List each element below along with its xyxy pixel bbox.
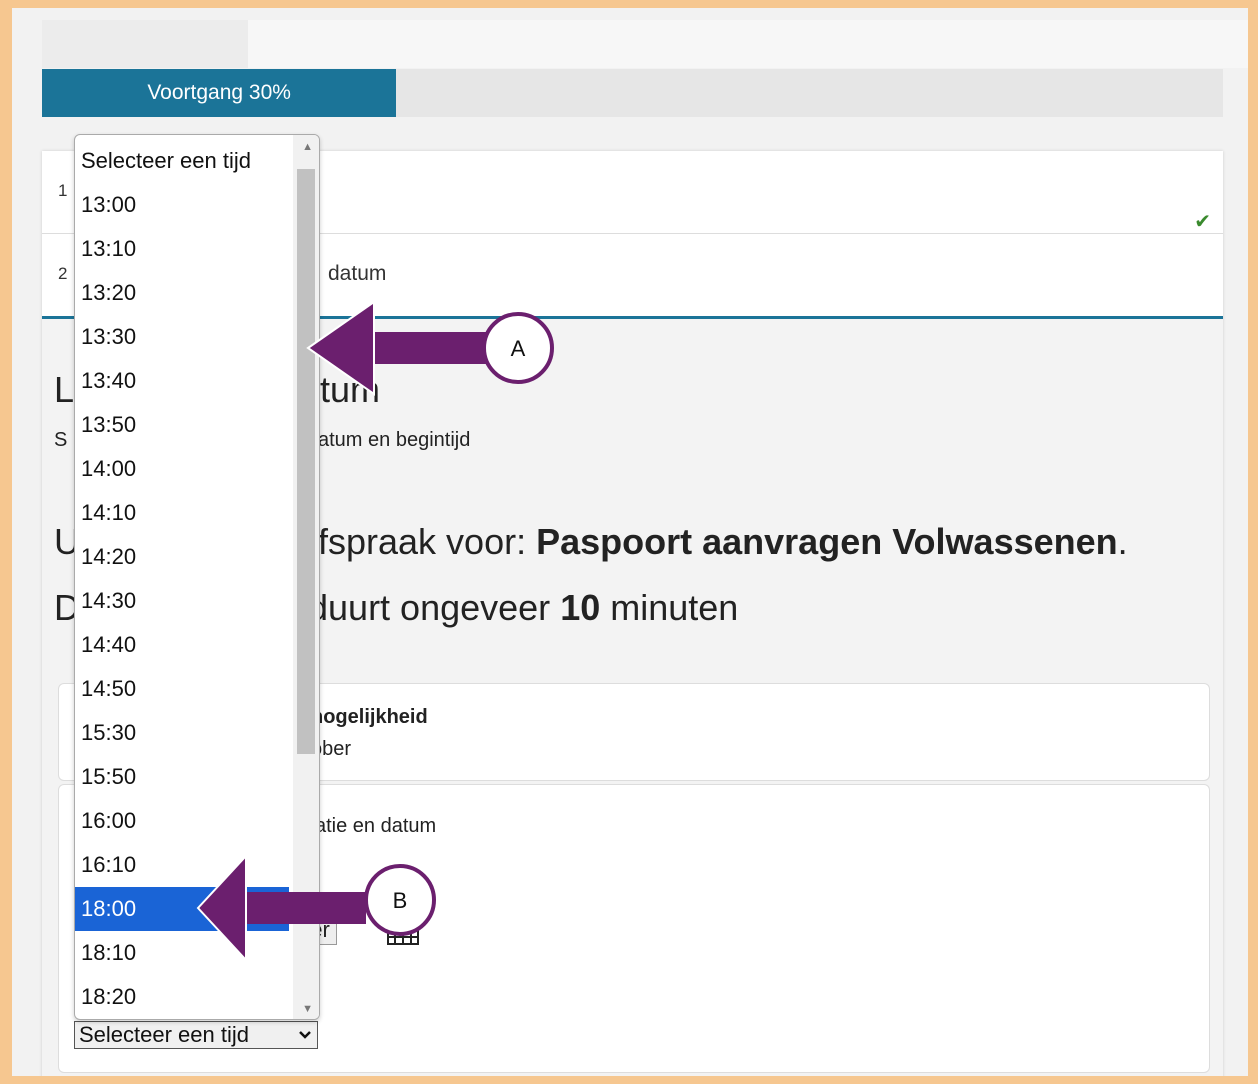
scrollbar-thumb[interactable] xyxy=(297,169,315,754)
time-option[interactable]: 15:30 xyxy=(75,711,289,755)
title-rest: tum xyxy=(320,369,381,410)
time-option[interactable]: 13:20 xyxy=(75,271,289,315)
appointment-service: Paspoort aanvragen Volwassenen xyxy=(536,521,1118,562)
scroll-down-icon[interactable]: ▼ xyxy=(302,1003,313,1015)
check-icon: ✔ xyxy=(1194,211,1211,233)
location-date-label: atie en datum xyxy=(315,815,437,837)
top-tab[interactable] xyxy=(42,20,248,68)
time-option[interactable]: 14:30 xyxy=(75,579,289,623)
time-option[interactable]: 16:10 xyxy=(75,843,289,887)
title-partial: L xyxy=(54,369,75,410)
step-number: 2 xyxy=(58,264,68,283)
time-option[interactable]: 13:00 xyxy=(75,183,289,227)
time-option[interactable]: Selecteer een tijd xyxy=(75,139,289,183)
time-option[interactable]: 14:50 xyxy=(75,667,289,711)
step-label: datum xyxy=(328,262,387,285)
time-options-list[interactable]: 18:20 18:10 18:00 16:10 16:00 15:50 15:30 14:50… xyxy=(74,134,320,1020)
time-option[interactable]: 18:10 xyxy=(75,931,289,975)
scrollbar[interactable]: ▲ ▼ xyxy=(293,135,319,1019)
time-option[interactable]: 14:40 xyxy=(75,623,289,667)
time-select-value: Selecteer een tijd xyxy=(79,1022,249,1047)
chevron-down-icon xyxy=(298,1022,312,1056)
time-option[interactable]: 13:40 xyxy=(75,359,289,403)
top-bar xyxy=(248,20,1248,68)
time-option[interactable]: 18:00 xyxy=(75,887,289,931)
subtitle-rest: atum en begintijd xyxy=(318,429,471,451)
time-option[interactable]: 13:50 xyxy=(75,403,289,447)
page-subtitle: S atum en begintijd xyxy=(54,429,470,452)
calendar-icon[interactable] xyxy=(387,919,419,945)
time-option[interactable]: 13:10 xyxy=(75,227,289,271)
step-number: 1 xyxy=(58,181,68,200)
time-option[interactable]: 18:20 xyxy=(75,975,289,1019)
time-option[interactable]: 14:00 xyxy=(75,447,289,491)
time-select[interactable]: Selecteer een tijd xyxy=(74,1021,318,1049)
page-frame: Voortgang 30% 1 ✔ 2 datum L tum S atum e… xyxy=(12,8,1248,1076)
time-option[interactable]: 14:20 xyxy=(75,535,289,579)
progress-label: Voortgang 30% xyxy=(42,69,397,117)
scroll-up-icon[interactable]: ▲ xyxy=(302,141,313,153)
duration-value: 10 xyxy=(560,587,601,628)
time-option[interactable]: 14:10 xyxy=(75,491,289,535)
appointment-text: fspraak voor: Paspoort aanvragen Volwass… xyxy=(318,521,1128,562)
duration-text: duurt ongeveer 10 minuten xyxy=(308,587,739,628)
progress-bar: Voortgang 30% xyxy=(42,69,1223,117)
time-option[interactable]: 15:50 xyxy=(75,755,289,799)
availability-title: nogelijkheid xyxy=(311,706,428,728)
time-option[interactable]: 13:30 xyxy=(75,315,289,359)
time-option[interactable]: 16:00 xyxy=(75,799,289,843)
page-title: L tum xyxy=(54,369,380,411)
subtitle-prefix: S xyxy=(54,429,68,451)
